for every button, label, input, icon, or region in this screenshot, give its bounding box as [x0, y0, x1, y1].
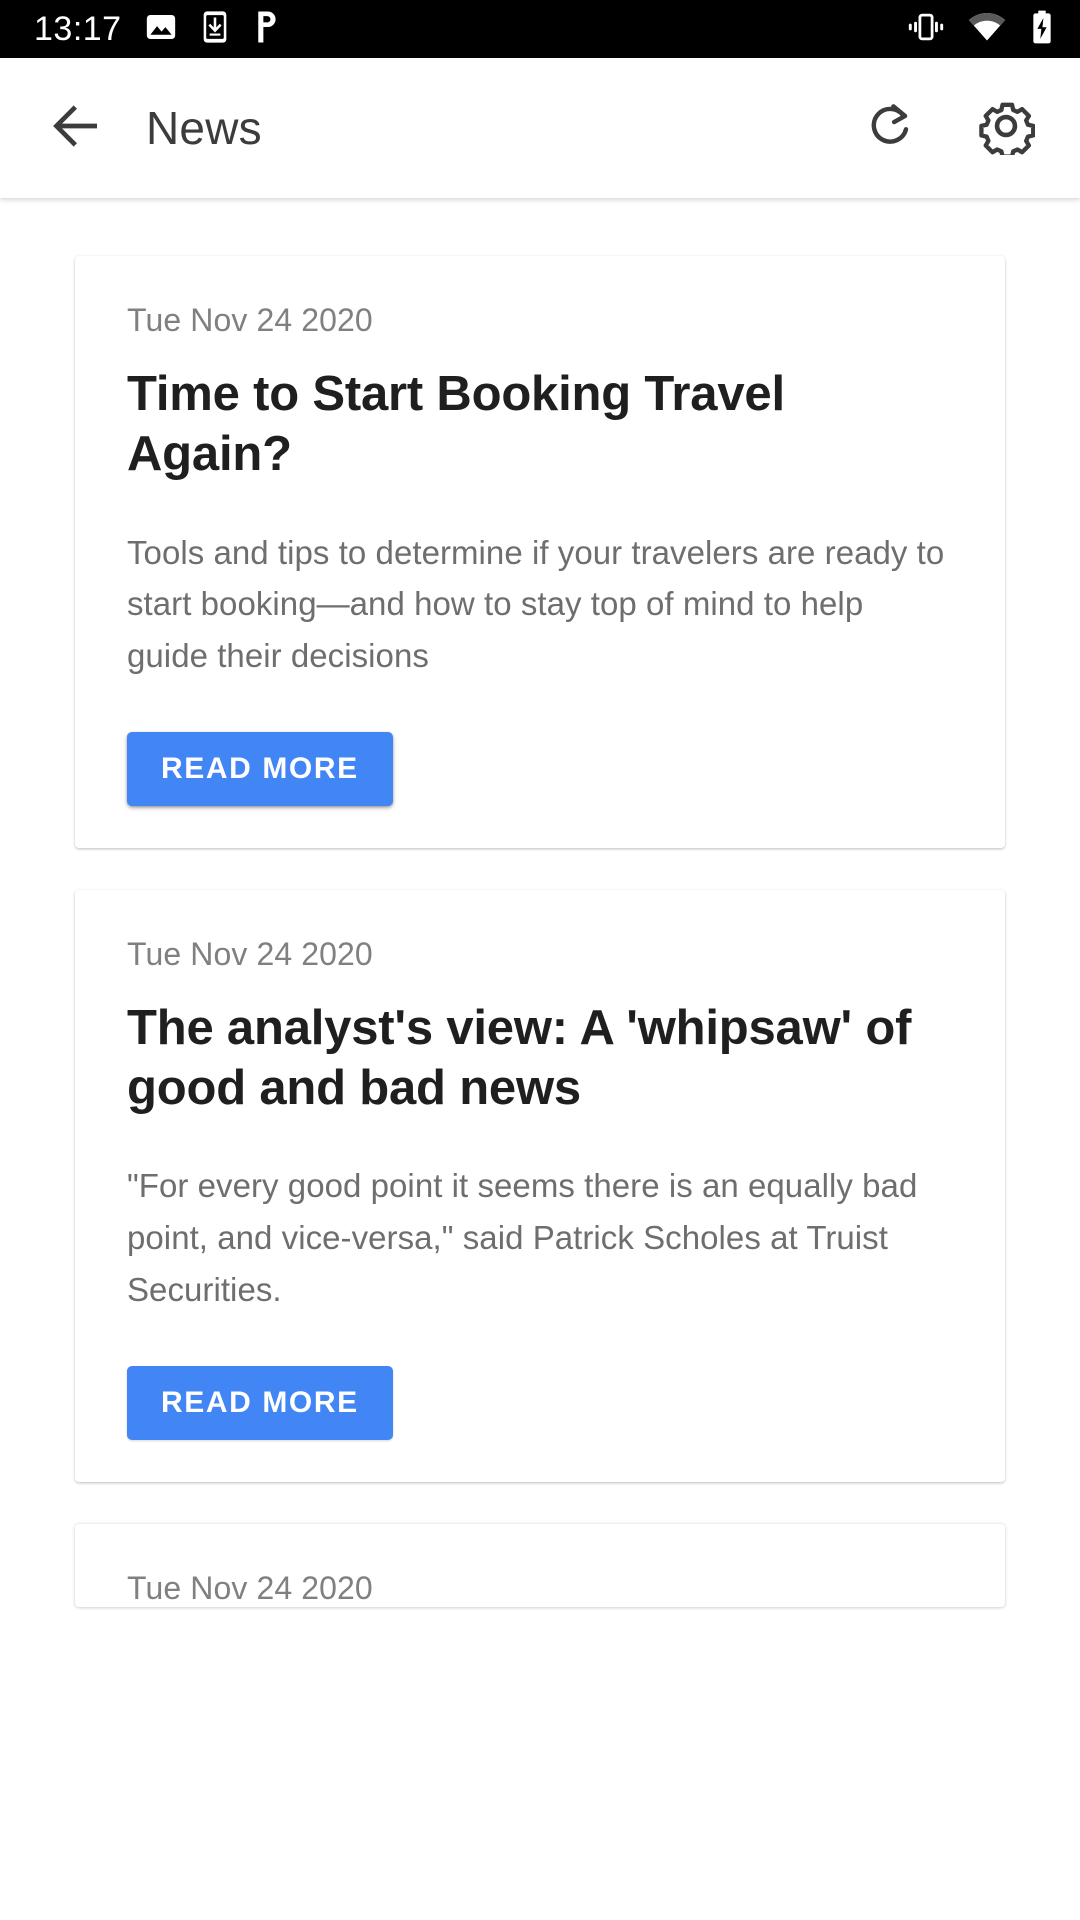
photo-icon — [144, 10, 178, 49]
article-title: The analyst's view: A 'whipsaw' of good … — [127, 1000, 912, 1115]
article-date: Tue Nov 24 2020 — [127, 302, 373, 338]
news-card[interactable]: Tue Nov 24 2020 — [75, 1523, 1005, 1607]
status-bar: 13:17 — [0, 0, 1080, 58]
status-bar-clock: 13:17 — [34, 10, 122, 48]
refresh-icon — [864, 98, 920, 159]
vibrate-icon — [908, 12, 944, 47]
app-bar: News — [0, 58, 1080, 198]
download-to-device-icon — [200, 10, 230, 49]
news-card[interactable]: Tue Nov 24 2020 Time to Start Booking Tr… — [75, 256, 1005, 848]
article-description: "For every good point it seems there is … — [127, 1167, 918, 1309]
parking-p-icon — [252, 10, 280, 49]
status-bar-right — [908, 10, 1054, 49]
page-title: News — [146, 102, 262, 154]
wifi-icon — [968, 12, 1006, 47]
read-more-button[interactable]: READ MORE — [127, 731, 393, 806]
article-title: Time to Start Booking Travel Again? — [127, 367, 785, 481]
gear-icon — [977, 97, 1036, 160]
arrow-left-icon — [48, 98, 104, 159]
status-bar-left: 13:17 — [34, 10, 280, 49]
article-date: Tue Nov 24 2020 — [127, 935, 373, 972]
article-date: Tue Nov 24 2020 — [127, 1569, 373, 1606]
news-card[interactable]: Tue Nov 24 2020 The analyst's view: A 'w… — [75, 889, 1005, 1482]
app-bar-actions — [858, 94, 1040, 162]
read-more-button[interactable]: READ MORE — [127, 1365, 393, 1440]
article-description: Tools and tips to determine if your trav… — [127, 533, 945, 675]
news-list[interactable]: Tue Nov 24 2020 Time to Start Booking Tr… — [0, 198, 1080, 1920]
back-button[interactable] — [40, 92, 112, 164]
battery-charging-icon — [1030, 10, 1054, 49]
settings-button[interactable] — [972, 94, 1040, 162]
refresh-button[interactable] — [858, 94, 926, 162]
